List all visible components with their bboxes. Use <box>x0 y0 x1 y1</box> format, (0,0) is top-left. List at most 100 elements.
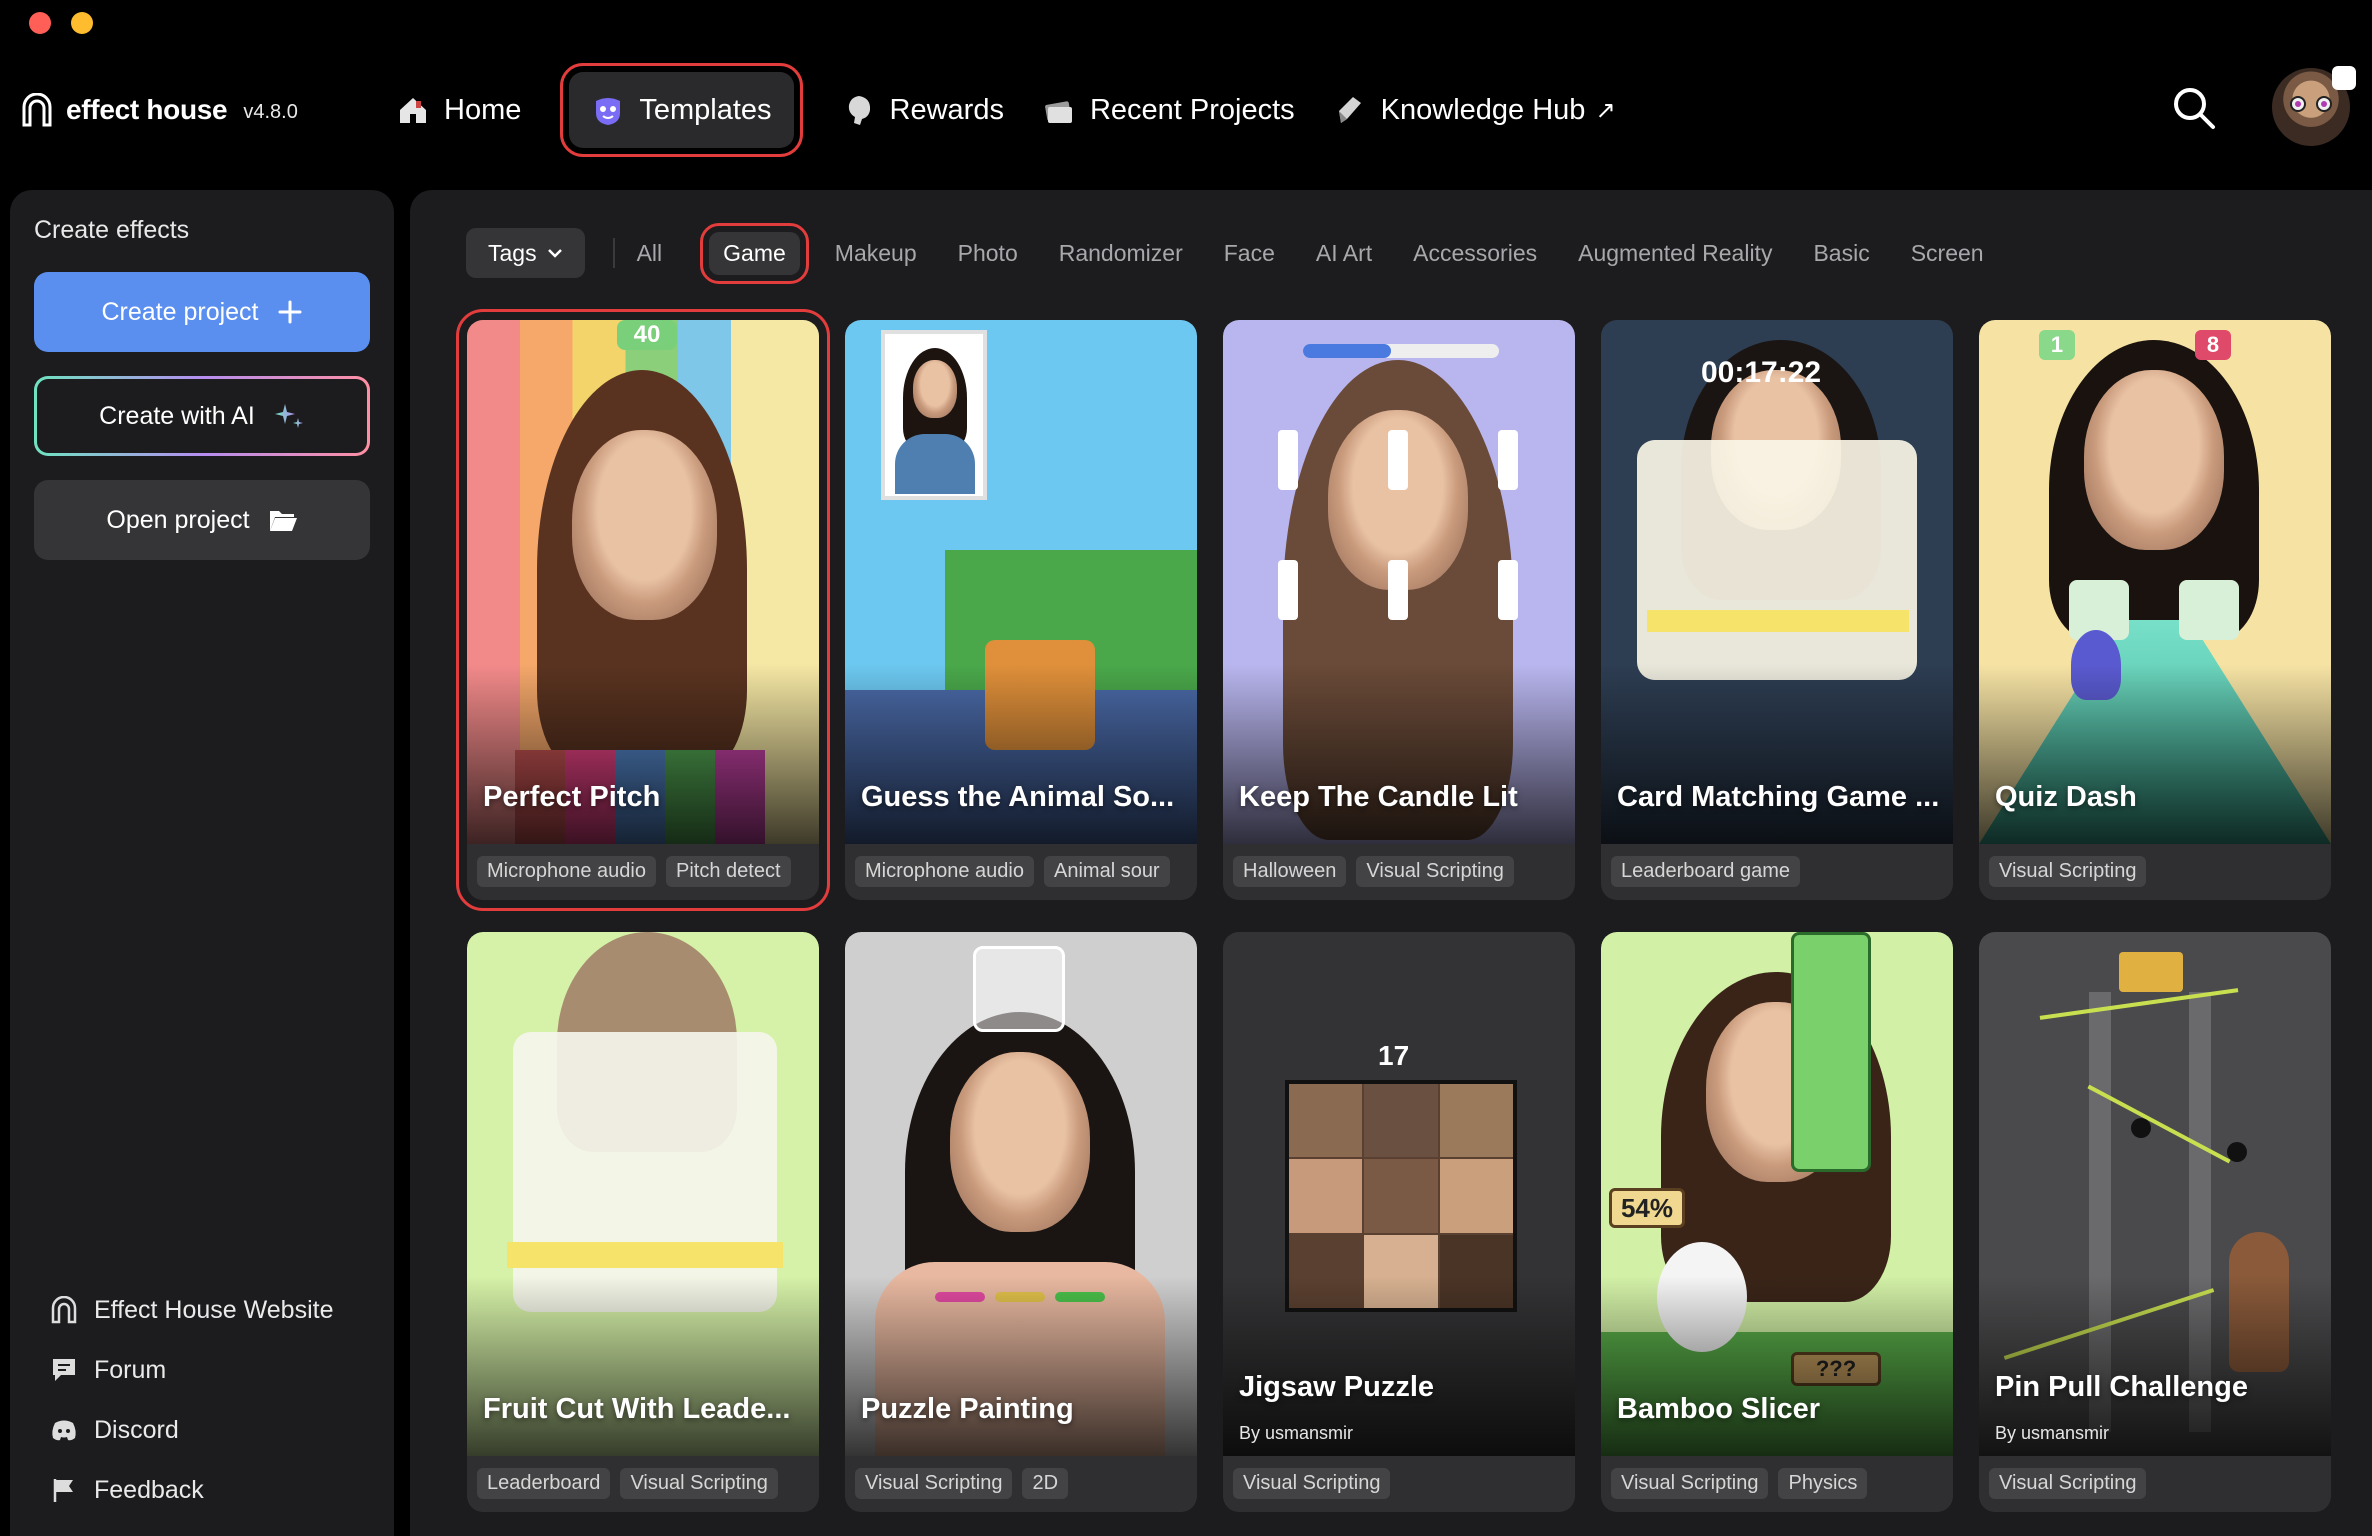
create-with-ai-button[interactable]: Create with AI <box>34 376 370 456</box>
knowledge-hub-icon <box>1333 93 1367 127</box>
template-tag[interactable]: Visual Scripting <box>1233 1468 1391 1499</box>
search-icon[interactable] <box>2170 84 2218 132</box>
nav-recent-projects-label: Recent Projects <box>1089 93 1295 126</box>
candle-icon <box>1498 430 1518 490</box>
template-thumbnail: Fruit Cut With Leade... <box>467 932 819 1456</box>
ball-icon <box>2227 1142 2247 1162</box>
sidebar-link-forum[interactable]: Forum <box>50 1356 333 1384</box>
template-tag[interactable]: Physics <box>1778 1468 1868 1499</box>
sidebar-link-website[interactable]: Effect House Website <box>50 1296 333 1324</box>
template-card-keep-the-candle-lit[interactable]: Keep The Candle Lit Halloween Visual Scr… <box>1223 320 1575 900</box>
chip-photo[interactable]: Photo <box>958 240 1018 267</box>
thumb-progress-bar <box>1303 344 1499 358</box>
sidebar-link-website-label: Effect House Website <box>94 1295 334 1324</box>
template-card-quiz-dash[interactable]: 1 8 Quiz Dash Visual Scripting <box>1979 320 2331 900</box>
template-tags: Microphone audio Animal sour <box>855 856 1187 887</box>
create-project-button[interactable]: Create project <box>34 272 370 352</box>
template-tag[interactable]: Animal sour <box>1044 856 1170 887</box>
chip-ai-art[interactable]: AI Art <box>1316 240 1372 267</box>
external-link-icon: ↗ <box>1595 96 1616 124</box>
template-tag[interactable]: Microphone audio <box>477 856 656 887</box>
template-card-card-matching-game[interactable]: 00:17:22 Card Matching Game ... Leaderbo… <box>1601 320 1953 900</box>
template-thumbnail: Keep The Candle Lit <box>1223 320 1575 844</box>
template-card-bamboo-slicer[interactable]: 54% ??? Bamboo Slicer Visual Scripting P… <box>1601 932 1953 1512</box>
nav-knowledge-hub[interactable]: Knowledge Hub ↗ <box>1333 72 1616 148</box>
discord-icon <box>52 1420 76 1441</box>
score-right: 8 <box>2195 330 2231 360</box>
template-thumbnail: 40 Perfect Pitch <box>467 320 819 844</box>
tags-dropdown[interactable]: Tags <box>466 228 585 278</box>
chip-face[interactable]: Face <box>1224 240 1275 267</box>
filter-bar: Tags All Game Makeup Photo Randomizer Fa… <box>466 222 2025 284</box>
avatar-glasses-icon <box>2290 96 2332 112</box>
template-tag[interactable]: Visual Scripting <box>855 1468 1013 1499</box>
thumb-photo-frame <box>881 330 987 500</box>
effect-house-logo-icon <box>22 93 52 127</box>
template-grid: 40 Perfect Pitch Microphone audio Pitch … <box>456 309 2331 1512</box>
template-tag[interactable]: Halloween <box>1233 856 1347 887</box>
progress-sign: 54% <box>1609 1188 1685 1228</box>
nav-rewards-label: Rewards <box>889 93 1004 126</box>
template-tag[interactable]: Visual Scripting <box>1611 1468 1769 1499</box>
counter-text: 17 <box>1378 1040 1410 1071</box>
candle-icon <box>1498 560 1518 620</box>
template-tag[interactable]: Leaderboard <box>477 1468 611 1499</box>
sidebar: Create effects Create project Create wit… <box>10 190 394 1536</box>
nav-templates-label: Templates <box>639 93 772 126</box>
template-card-perfect-pitch[interactable]: 40 Perfect Pitch Microphone audio Pitch … <box>456 309 830 911</box>
chip-game[interactable]: Game <box>700 222 809 284</box>
chip-basic[interactable]: Basic <box>1813 240 1869 267</box>
sidebar-link-forum-label: Forum <box>94 1355 167 1384</box>
sidebar-link-discord[interactable]: Discord <box>50 1416 333 1444</box>
thumb-shade <box>467 664 819 844</box>
template-tag[interactable]: Visual Scripting <box>1989 856 2147 887</box>
chip-accessories[interactable]: Accessories <box>1413 240 1537 267</box>
template-title: Guess the Animal So... <box>861 781 1175 813</box>
chip-augmented-reality[interactable]: Augmented Reality <box>1578 240 1772 267</box>
top-bar: effect house v4.8.0 Home Templates Rewar… <box>0 0 2372 190</box>
flag-icon <box>53 1479 73 1502</box>
chip-makeup[interactable]: Makeup <box>835 240 917 267</box>
sidebar-link-feedback-label: Feedback <box>94 1475 204 1504</box>
thumb-shade <box>1979 664 2331 844</box>
thumb-face <box>572 430 717 620</box>
template-tag[interactable]: Leaderboard game <box>1611 856 1801 887</box>
template-title: Keep The Candle Lit <box>1239 781 1518 813</box>
template-tag[interactable]: Microphone audio <box>855 856 1034 887</box>
template-card-jigsaw-puzzle[interactable]: 17 Jigsaw Puzzle By usmansmir Visual Scr… <box>1223 932 1575 1512</box>
open-project-label: Open project <box>106 505 250 534</box>
template-card-guess-the-animal[interactable]: Guess the Animal So... Microphone audio … <box>845 320 1197 900</box>
open-project-button[interactable]: Open project <box>34 480 370 560</box>
nav-knowledge-hub-label: Knowledge Hub <box>1380 93 1586 126</box>
chameleon-icon <box>973 946 1065 1032</box>
template-author: By usmansmir <box>1995 1423 2110 1443</box>
sidebar-heading: Create effects <box>34 216 190 244</box>
template-tag[interactable]: 2D <box>1022 1468 1069 1499</box>
app-version: v4.8.0 <box>243 100 298 123</box>
template-thumbnail: 1 8 Quiz Dash <box>1979 320 2331 844</box>
chip-screen[interactable]: Screen <box>1911 240 1984 267</box>
sidebar-link-feedback[interactable]: Feedback <box>50 1476 333 1504</box>
template-card-puzzle-painting[interactable]: Puzzle Painting Visual Scripting 2D <box>845 932 1197 1512</box>
template-thumbnail: Pin Pull Challenge By usmansmir <box>1979 932 2331 1456</box>
pizza-tile <box>2179 580 2239 640</box>
candle-icon <box>1388 560 1408 620</box>
nav-home[interactable]: Home <box>396 72 521 148</box>
folder-icon <box>269 511 297 531</box>
template-tag[interactable]: Visual Scripting <box>620 1468 778 1499</box>
chip-randomizer[interactable]: Randomizer <box>1059 240 1183 267</box>
nav-templates[interactable]: Templates <box>560 63 803 157</box>
leaderboard-panel <box>1637 440 1917 680</box>
template-thumbnail: Guess the Animal So... <box>845 320 1197 844</box>
template-tag[interactable]: Visual Scripting <box>1989 1468 2147 1499</box>
chip-all[interactable]: All <box>637 240 663 267</box>
create-project-label: Create project <box>101 297 259 326</box>
template-tag[interactable]: Visual Scripting <box>1356 856 1514 887</box>
candle-icon <box>1278 560 1298 620</box>
nav-rewards[interactable]: Rewards <box>842 72 1004 148</box>
thumb-shade <box>845 664 1197 844</box>
template-tag[interactable]: Pitch detect <box>666 856 791 887</box>
nav-recent-projects[interactable]: Recent Projects <box>1042 72 1295 148</box>
template-card-pin-pull-challenge[interactable]: Pin Pull Challenge By usmansmir Visual S… <box>1979 932 2331 1512</box>
template-card-fruit-cut[interactable]: Fruit Cut With Leade... Leaderboard Visu… <box>467 932 819 1512</box>
